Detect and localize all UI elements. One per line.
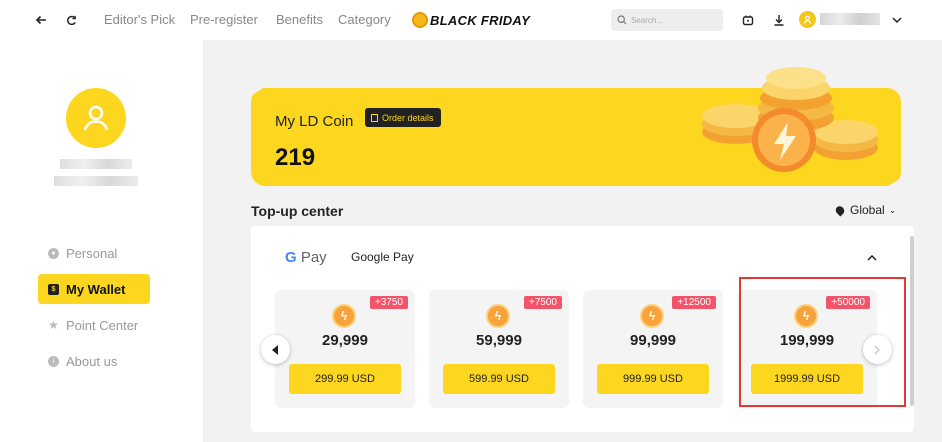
buy-button[interactable]: 999.99 USD [597,364,709,394]
sidebar-item-point-center[interactable]: ★ Point Center [38,310,150,340]
star-icon: ★ [48,318,59,332]
info-icon: i [48,355,59,367]
chevron-down-icon[interactable] [888,11,906,29]
bonus-badge: +3750 [369,296,408,309]
google-pay-logo-icon: G Pay [285,249,327,266]
search-icon [617,15,627,25]
nav-benefits[interactable]: Benefits [276,12,323,27]
user-avatar[interactable] [799,11,816,28]
person-icon: ● [48,247,59,259]
refresh-icon[interactable] [62,11,80,29]
coin-package-card[interactable]: +12500 ϟ 99,999 999.99 USD [583,290,723,408]
location-pin-icon [833,203,847,217]
nav-category[interactable]: Category [338,12,391,27]
search-placeholder: Search... [631,15,664,25]
username-redacted [820,13,880,25]
game-library-icon[interactable] [739,11,757,29]
sidebar-item-about-us[interactable]: i About us [38,346,150,376]
package-amount: 59,999 [476,332,522,349]
coin-balance: 219 [275,144,316,171]
package-amount: 29,999 [322,332,368,349]
bonus-badge: +7500 [523,296,562,309]
black-friday-label: BLACK FRIDAY [430,12,531,28]
region-label: Global [850,203,885,217]
sidebar-item-personal[interactable]: ● Personal [38,238,150,268]
chevron-down-icon: ⌄ [888,204,897,215]
region-selector[interactable]: Global ⌄ [833,203,897,217]
sidebar-item-label: My Wallet [66,281,126,297]
ld-coin-icon: ϟ [486,304,510,328]
wallet-icon: $ [48,283,59,295]
sidebar-item-label: Point Center [66,317,139,333]
coin-stack-illustration [702,67,878,172]
profile-avatar[interactable] [66,88,126,148]
profile-id-redacted [54,176,138,186]
carousel-prev-arrow-icon[interactable] [261,335,290,364]
download-icon[interactable] [770,11,788,29]
wallet-title: My LD Coin [275,113,354,130]
coin-package-card[interactable]: +3750 ϟ 29,999 299.99 USD [275,290,415,408]
black-friday-icon [412,12,428,28]
payment-method-label: Google Pay [351,250,414,264]
carousel-next-arrow-icon[interactable] [863,335,892,364]
sidebar-item-my-wallet[interactable]: $ My Wallet [38,274,150,304]
document-icon [371,113,378,122]
topup-center-title: Top-up center [251,203,344,219]
ld-coin-icon: ϟ [640,304,664,328]
nav-editors-pick[interactable]: Editor's Pick [104,12,175,27]
order-details-button[interactable]: Order details [365,108,441,127]
top-bar: Editor's Pick Pre-register Benefits Cate… [0,0,942,40]
sidebar-item-label: Personal [66,245,118,261]
coin-package-card[interactable]: +7500 ϟ 59,999 599.99 USD [429,290,569,408]
sidebar: ● Personal $ My Wallet ★ Point Center i … [0,40,203,442]
panel-scrollbar[interactable] [910,236,914,406]
black-friday-banner[interactable]: BLACK FRIDAY [412,10,530,30]
buy-button[interactable]: 299.99 USD [289,364,401,394]
chevron-up-icon[interactable] [866,253,878,263]
back-arrow-icon[interactable] [32,11,50,29]
bonus-badge: +12500 [672,296,716,309]
sidebar-item-label: About us [66,353,118,369]
profile-name-redacted [60,159,132,169]
buy-button[interactable]: 599.99 USD [443,364,555,394]
nav-pre-register[interactable]: Pre-register [190,12,258,27]
order-details-label: Order details [382,112,434,123]
search-input[interactable]: Search... [611,9,723,31]
ld-coin-icon: ϟ [332,304,356,328]
package-amount: 99,999 [630,332,676,349]
